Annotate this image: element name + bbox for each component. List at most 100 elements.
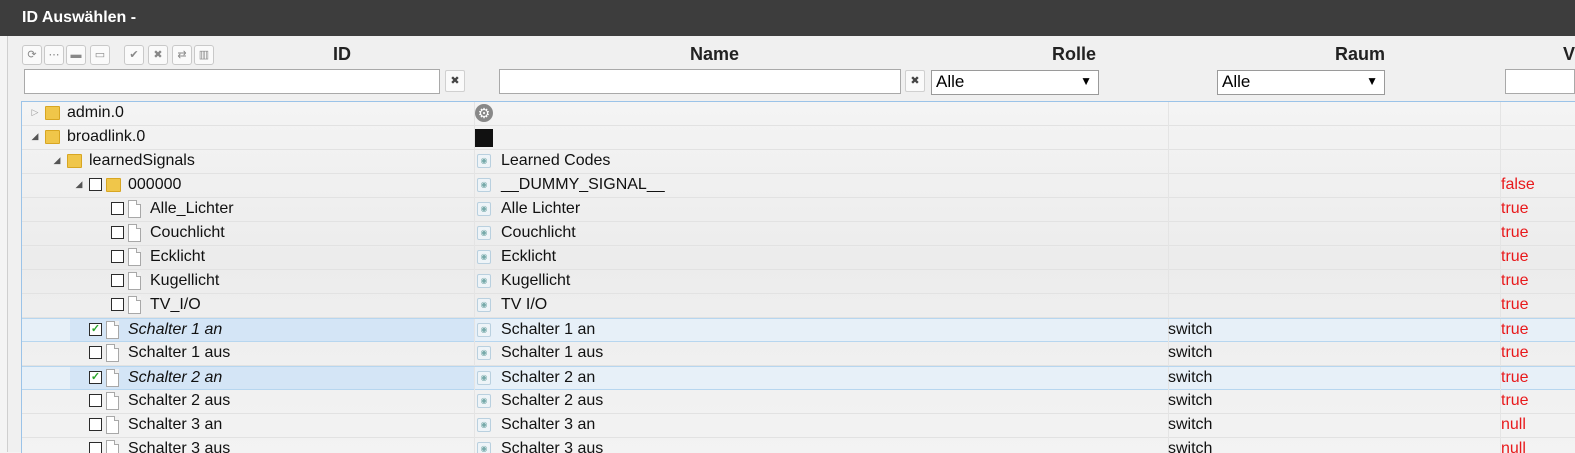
table-row[interactable]: ◢ 000000 ◉ __DUMMY_SIGNAL__ false bbox=[22, 174, 1575, 198]
dialog-titlebar: ID Auswählen - bbox=[0, 0, 1575, 36]
chevron-down-icon: ▼ bbox=[1080, 74, 1092, 88]
list-icon[interactable]: ⋯ bbox=[44, 45, 64, 65]
swap-icon[interactable]: ⇄ bbox=[172, 45, 192, 65]
folder-closed-icon[interactable]: ▬ bbox=[66, 45, 86, 65]
state-icon: ◉ bbox=[477, 202, 491, 216]
collapse-arrow-icon[interactable]: ◢ bbox=[74, 179, 84, 191]
clear-id-filter-icon[interactable]: ✖ bbox=[445, 70, 465, 92]
column-divider bbox=[474, 198, 475, 222]
table-row[interactable]: Ecklicht ◉ Ecklicht true bbox=[22, 246, 1575, 270]
table-row[interactable]: Schalter 1 aus ◉ Schalter 1 aus switch true bbox=[22, 342, 1575, 366]
column-divider bbox=[474, 270, 475, 294]
file-icon bbox=[128, 200, 141, 218]
table-row[interactable]: ◢ broadlink.0 bbox=[22, 126, 1575, 150]
column-header-room[interactable]: Raum bbox=[1335, 44, 1385, 65]
expand-arrow-icon[interactable]: ▷ bbox=[30, 107, 40, 119]
column-divider bbox=[474, 222, 475, 246]
column-header-name[interactable]: Name bbox=[690, 44, 739, 65]
row-id-label: Alle_Lichter bbox=[150, 200, 234, 217]
state-icon: ◉ bbox=[477, 323, 491, 337]
row-name: Schalter 2 aus bbox=[501, 392, 604, 409]
column-divider bbox=[1168, 222, 1169, 246]
table-row[interactable]: ▷ admin.0 ⚙ bbox=[22, 102, 1575, 126]
id-filter-input[interactable] bbox=[24, 69, 440, 94]
row-role: switch bbox=[1168, 440, 1213, 453]
x-circle-icon[interactable]: ✖ bbox=[148, 45, 168, 65]
row-checkbox[interactable]: ✓ bbox=[89, 323, 102, 336]
value-filter-input[interactable] bbox=[1505, 69, 1575, 94]
state-icon: ◉ bbox=[477, 418, 491, 432]
column-header-role[interactable]: Rolle bbox=[1052, 44, 1096, 65]
row-value: true bbox=[1501, 200, 1529, 217]
row-checkbox[interactable] bbox=[89, 418, 102, 431]
row-value: true bbox=[1501, 296, 1529, 313]
collapse-arrow-icon[interactable]: ◢ bbox=[52, 155, 62, 167]
row-id-label: Schalter 2 aus bbox=[128, 392, 231, 409]
row-value: true bbox=[1501, 224, 1529, 241]
gear-icon: ⚙ bbox=[475, 104, 493, 122]
table-row[interactable]: ◢ learnedSignals ◉ Learned Codes bbox=[22, 150, 1575, 174]
row-checkbox[interactable] bbox=[111, 202, 124, 215]
row-name: Schalter 3 aus bbox=[501, 440, 604, 453]
row-checkbox[interactable] bbox=[111, 226, 124, 239]
table-row[interactable]: Kugellicht ◉ Kugellicht true bbox=[22, 270, 1575, 294]
role-select[interactable]: Alle ▼ bbox=[931, 70, 1099, 95]
column-divider bbox=[474, 367, 475, 391]
column-divider bbox=[1168, 294, 1169, 318]
folder-icon bbox=[67, 154, 82, 168]
row-id-label: Ecklicht bbox=[150, 248, 206, 265]
column-divider bbox=[1168, 102, 1169, 126]
row-checkbox[interactable] bbox=[111, 298, 124, 311]
row-role: switch bbox=[1168, 369, 1213, 386]
table-row[interactable]: Couchlicht ◉ Couchlicht true bbox=[22, 222, 1575, 246]
file-icon bbox=[128, 224, 141, 242]
row-role: switch bbox=[1168, 392, 1213, 409]
state-icon: ◉ bbox=[477, 226, 491, 240]
row-id-label: Kugellicht bbox=[150, 272, 220, 289]
column-divider bbox=[1168, 246, 1169, 270]
row-checkbox[interactable] bbox=[89, 394, 102, 407]
folder-open-icon[interactable]: ▭ bbox=[90, 45, 110, 65]
folder-icon bbox=[106, 178, 121, 192]
column-header-id[interactable]: ID bbox=[333, 44, 351, 65]
row-id-label: Schalter 1 an bbox=[128, 321, 223, 338]
row-name: Couchlicht bbox=[501, 224, 576, 241]
row-id-label: Schalter 1 aus bbox=[128, 344, 231, 361]
column-divider bbox=[474, 342, 475, 366]
state-icon: ◉ bbox=[477, 298, 491, 312]
file-icon bbox=[106, 369, 119, 387]
table-row[interactable]: TV_I/O ◉ TV I/O true bbox=[22, 294, 1575, 318]
book-icon[interactable]: ▥ bbox=[194, 45, 214, 65]
table-row[interactable]: Alle_Lichter ◉ Alle Lichter true bbox=[22, 198, 1575, 222]
row-checkbox[interactable] bbox=[89, 178, 102, 191]
room-select[interactable]: Alle ▼ bbox=[1217, 70, 1385, 95]
row-checkbox[interactable]: ✓ bbox=[89, 371, 102, 384]
table-row[interactable]: Schalter 2 aus ◉ Schalter 2 aus switch true bbox=[22, 390, 1575, 414]
table-row[interactable]: ✓ Schalter 1 an ◉ Schalter 1 an switch true bbox=[22, 318, 1575, 343]
check-circle-icon[interactable]: ✔ bbox=[124, 45, 144, 65]
row-value: true bbox=[1501, 272, 1529, 289]
column-header-value[interactable]: V bbox=[1563, 44, 1575, 65]
table-row[interactable]: Schalter 3 an ◉ Schalter 3 an switch null bbox=[22, 414, 1575, 438]
row-checkbox[interactable] bbox=[111, 274, 124, 287]
collapse-arrow-icon[interactable]: ◢ bbox=[30, 131, 40, 143]
row-name: Kugellicht bbox=[501, 272, 571, 289]
row-id-label: Couchlicht bbox=[150, 224, 225, 241]
row-checkbox[interactable] bbox=[111, 250, 124, 263]
row-checkbox[interactable] bbox=[89, 346, 102, 359]
dialog-title: ID Auswählen - bbox=[22, 9, 137, 26]
clear-name-filter-icon[interactable]: ✖ bbox=[905, 70, 925, 92]
column-divider bbox=[1500, 102, 1501, 126]
name-filter-input[interactable] bbox=[499, 69, 901, 94]
row-id-label: 000000 bbox=[128, 176, 182, 193]
table-row[interactable]: Schalter 3 aus ◉ Schalter 3 aus switch null bbox=[22, 438, 1575, 453]
row-id-label: TV_I/O bbox=[150, 296, 201, 313]
row-value: null bbox=[1501, 440, 1526, 453]
row-checkbox[interactable] bbox=[89, 442, 102, 453]
file-icon bbox=[106, 321, 119, 339]
row-id-label: Schalter 2 an bbox=[128, 369, 223, 386]
column-divider bbox=[474, 294, 475, 318]
refresh-icon[interactable]: ⟳ bbox=[22, 45, 42, 65]
table-row[interactable]: ✓ Schalter 2 an ◉ Schalter 2 an switch true bbox=[22, 366, 1575, 391]
row-id-label: learnedSignals bbox=[89, 152, 195, 169]
